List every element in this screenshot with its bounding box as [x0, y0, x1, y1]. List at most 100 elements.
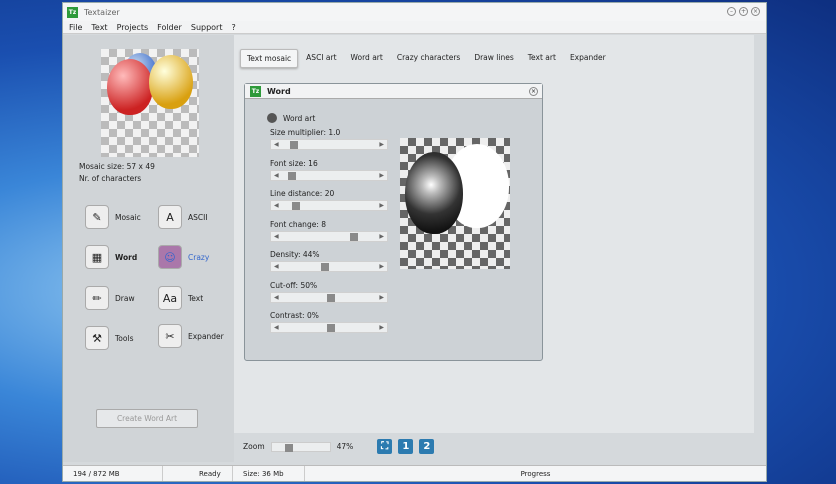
arrow-right-icon[interactable]: ▶: [379, 201, 384, 211]
arrow-right-icon[interactable]: ▶: [379, 323, 384, 333]
menu-help[interactable]: ?: [231, 23, 235, 32]
zoom-slider-thumb[interactable]: [284, 443, 293, 452]
slider[interactable]: ◀ ▶: [270, 322, 388, 333]
window-title: Textaizer: [84, 7, 120, 17]
slider[interactable]: ◀ ▶: [270, 139, 388, 150]
tool-expander[interactable]: ✂ Expander: [158, 324, 224, 348]
tool-label: Mosaic: [115, 212, 141, 222]
status-text: Ready: [163, 466, 233, 481]
arrow-left-icon[interactable]: ◀: [274, 323, 279, 333]
slider-label: Density: 44%: [270, 250, 320, 259]
tab-expander[interactable]: Expander: [564, 49, 612, 68]
tab-ascii-art[interactable]: ASCI art: [300, 49, 342, 68]
arrow-right-icon[interactable]: ▶: [379, 232, 384, 242]
slider[interactable]: ◀ ▶: [270, 261, 388, 272]
memory-usage: 194 / 872 MB: [63, 466, 163, 481]
status-bar: 194 / 872 MB Ready Size: 36 Mb Progress: [63, 465, 766, 481]
slider-label: Font change: 8: [270, 219, 326, 229]
tool-ascii[interactable]: A ASCII: [158, 205, 208, 229]
view-1-button[interactable]: 1: [398, 439, 414, 454]
slider-label: Font size: 16: [270, 158, 318, 168]
tool-crazy[interactable]: ☺ Crazy: [158, 245, 209, 269]
slider-thumb[interactable]: [292, 202, 301, 210]
word-icon: ▦: [85, 245, 109, 269]
tab-draw-lines[interactable]: Draw lines: [468, 49, 519, 68]
expander-icon: ✂: [158, 324, 182, 348]
tool-label: Word: [115, 252, 138, 262]
crazy-icon: ☺: [158, 245, 182, 269]
arrow-right-icon[interactable]: ▶: [379, 262, 384, 272]
app-icon: Tz: [67, 6, 78, 18]
menu-text[interactable]: Text: [91, 23, 107, 32]
image-preview[interactable]: [101, 49, 199, 157]
zoom-slider[interactable]: [270, 441, 331, 452]
menu-folder[interactable]: Folder: [157, 23, 182, 32]
zoom-control: Zoom 47% ⛶ 1 2: [243, 439, 435, 454]
arrow-left-icon[interactable]: ◀: [274, 232, 279, 242]
tool-label: Crazy: [188, 252, 210, 262]
tab-crazy-characters[interactable]: Crazy characters: [391, 49, 467, 68]
slider[interactable]: ◀ ▶: [270, 291, 388, 303]
arrow-left-icon[interactable]: ◀: [274, 171, 279, 181]
menu-support[interactable]: Support: [191, 23, 223, 32]
arrow-left-icon[interactable]: ◀: [274, 293, 279, 303]
view-2-button[interactable]: 2: [419, 439, 435, 454]
help-icon[interactable]: [267, 113, 277, 123]
slider-thumb[interactable]: [327, 324, 335, 332]
maximize-button[interactable]: +: [739, 7, 748, 16]
arrow-right-icon[interactable]: ▶: [379, 140, 384, 150]
ascii-icon: A: [158, 205, 182, 229]
slider-label: Cut-off: 50%: [270, 280, 318, 290]
arrow-left-icon[interactable]: ◀: [274, 140, 279, 150]
slider-thumb[interactable]: [327, 293, 335, 302]
tool-label: Expander: [188, 331, 224, 341]
zoom-label: Zoom: [243, 442, 265, 451]
tool-mosaic[interactable]: ✎ Mosaic: [85, 205, 141, 229]
menu-file[interactable]: File: [69, 23, 82, 32]
slider-thumb[interactable]: [350, 232, 358, 241]
arrow-right-icon[interactable]: ▶: [379, 171, 384, 181]
app-window: Tz Textaizer – + × File Text Projects Fo…: [62, 2, 767, 482]
fit-screen-button[interactable]: ⛶: [377, 439, 393, 454]
progress-bar: Progress: [520, 469, 551, 478]
left-panel: Mosaic size: 57 x 49 Nr. of characters ✎…: [63, 35, 234, 462]
section-label: Word art: [283, 113, 316, 123]
slider[interactable]: ◀ ▶: [270, 230, 388, 242]
app-icon: Tz: [250, 85, 261, 97]
arrow-left-icon[interactable]: ◀: [274, 262, 279, 272]
minimize-button[interactable]: –: [727, 7, 736, 16]
tab-bar: Text mosaic ASCI art Word art Crazy char…: [240, 49, 612, 68]
tool-tools[interactable]: ⚒ Tools: [85, 326, 133, 350]
slider[interactable]: ◀ ▶: [270, 200, 388, 211]
menu-bar: File Text Projects Folder Support ?: [63, 21, 766, 34]
tools-icon: ⚒: [85, 326, 109, 350]
dialog-title: Word: [267, 86, 291, 96]
dialog-title-bar: Tz Word: [245, 84, 542, 99]
tool-word[interactable]: ▦ Word: [85, 245, 137, 269]
slider-thumb[interactable]: [290, 141, 299, 149]
arrow-right-icon[interactable]: ▶: [379, 293, 384, 303]
word-art-preview: [400, 138, 510, 269]
tool-draw[interactable]: ✏ Draw: [85, 286, 135, 310]
slider[interactable]: ◀ ▶: [270, 169, 388, 181]
slider-label: Contrast: 0%: [270, 311, 319, 320]
close-button[interactable]: ×: [751, 7, 760, 16]
slider-thumb[interactable]: [288, 171, 297, 180]
word-art-section: Word art: [267, 113, 315, 123]
tab-text-mosaic[interactable]: Text mosaic: [240, 49, 299, 68]
create-word-art-button[interactable]: Create Word Art: [96, 409, 198, 428]
text-icon: Aa: [158, 286, 182, 310]
menu-projects[interactable]: Projects: [117, 23, 149, 32]
tool-text[interactable]: Aa Text: [158, 286, 203, 310]
zoom-value: 47%: [336, 442, 354, 451]
slider-thumb[interactable]: [321, 263, 330, 271]
dialog-close-button[interactable]: ×: [529, 87, 538, 96]
arrow-left-icon[interactable]: ◀: [274, 201, 279, 211]
main-area: Text mosaic ASCI art Word art Crazy char…: [234, 35, 754, 433]
tab-text-art[interactable]: Text art: [522, 49, 562, 68]
tab-word-art[interactable]: Word art: [345, 49, 389, 68]
tool-label: ASCII: [188, 212, 208, 222]
tool-label: Text: [188, 293, 204, 303]
file-size: Size: 36 Mb: [233, 466, 305, 481]
tool-label: Draw: [115, 293, 135, 303]
